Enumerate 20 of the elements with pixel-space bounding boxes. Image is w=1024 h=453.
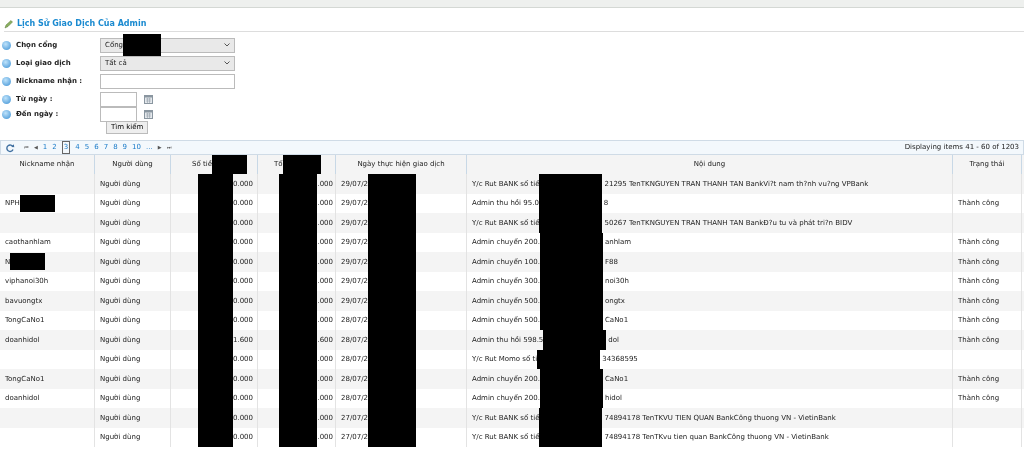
redaction-block <box>368 174 416 194</box>
calendar-icon[interactable] <box>144 110 153 119</box>
pencil-icon <box>4 19 13 29</box>
redaction-block <box>539 427 603 447</box>
calendar-icon[interactable] <box>144 94 153 104</box>
caret-icon <box>224 43 230 47</box>
date-field[interactable] <box>100 107 137 122</box>
redaction-block <box>282 155 321 174</box>
redaction-block <box>279 427 318 447</box>
date-field[interactable] <box>100 91 137 107</box>
refresh-icon[interactable] <box>5 142 15 153</box>
page-title: Lịch Sử Giao Dịch Của Admin <box>17 18 147 30</box>
caret-icon <box>224 61 230 65</box>
redaction-block <box>211 155 247 174</box>
redaction-block <box>368 427 416 447</box>
input-field[interactable] <box>100 73 235 89</box>
redaction-block <box>10 253 46 271</box>
redaction-block <box>539 174 603 194</box>
redaction-block <box>123 33 161 58</box>
redaction-block <box>19 194 55 212</box>
